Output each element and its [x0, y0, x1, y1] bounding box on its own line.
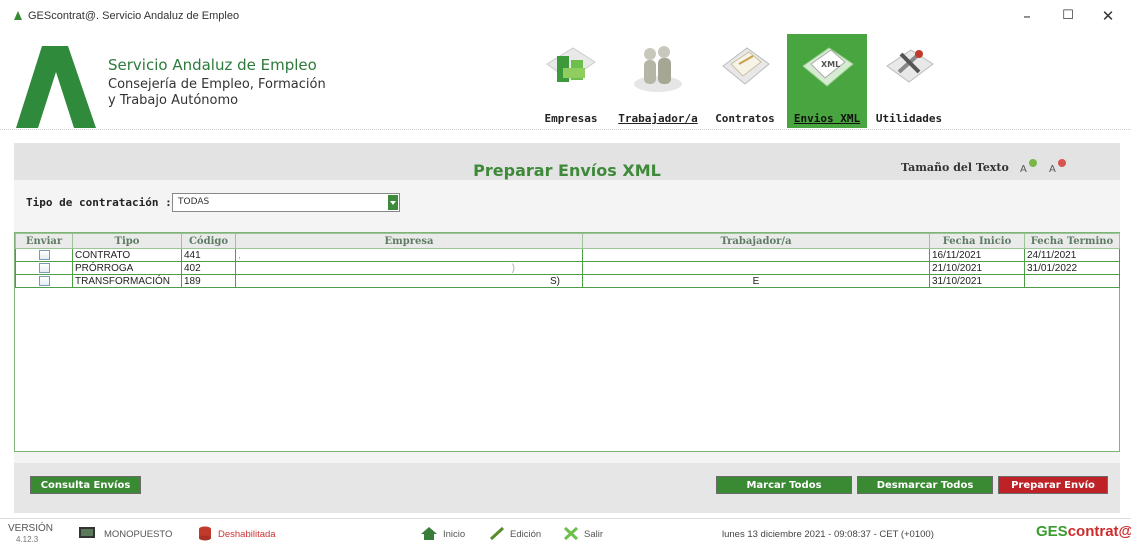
version-label: VERSIÓN	[8, 523, 54, 534]
cell-empresa: S)	[235, 274, 583, 288]
nav-label-trabajador: Trabajador/a	[618, 112, 698, 125]
svg-text:XML: XML	[821, 60, 840, 69]
send-checkbox[interactable]	[38, 262, 50, 273]
app-icon	[14, 11, 22, 20]
preparar-envio-button[interactable]: Preparar Envío	[998, 476, 1108, 494]
consulta-envios-button[interactable]: Consulta Envíos	[30, 476, 141, 494]
nav-tab-trabajador[interactable]: Trabajador/a	[612, 34, 704, 128]
contract-type-select[interactable]: TODAS	[172, 193, 400, 212]
edicion-link[interactable]: Edición	[510, 529, 541, 540]
svg-text:A: A	[1049, 164, 1056, 174]
contract-icon	[722, 47, 770, 85]
status-bar: VERSIÓN 4.12.3 MONOPUESTO Deshabilitada …	[0, 518, 1131, 546]
table-row[interactable]: CONTRATO 441 , 16/11/2021 24/11/2021	[15, 248, 1120, 262]
andalucia-logo-icon	[16, 46, 96, 128]
column-header-fecha-termino[interactable]: Fecha Termino	[1024, 233, 1120, 249]
database-status: Deshabilitada	[218, 529, 276, 540]
nav-tab-contratos[interactable]: Contratos	[712, 34, 778, 128]
nav-tab-empresas[interactable]: Empresas	[536, 34, 606, 128]
text-size-increase-icon[interactable]: A	[1020, 158, 1038, 174]
cell-codigo: 189	[181, 274, 236, 288]
mode-label: MONOPUESTO	[104, 529, 173, 540]
window-title: GEScontrat@. Servicio Andaluz de Empleo	[28, 10, 240, 22]
contract-type-value: TODAS	[178, 197, 210, 207]
inicio-link[interactable]: Inicio	[443, 529, 465, 540]
tools-icon	[886, 49, 934, 83]
nav-tab-utilidades[interactable]: Utilidades	[874, 34, 944, 128]
xml-file-icon: XML	[802, 47, 854, 87]
cell-codigo: 402	[181, 261, 236, 275]
minimize-button[interactable]: –	[1012, 6, 1042, 26]
org-subtitle-line2: y Trabajo Autónomo	[108, 93, 239, 108]
text-size-decrease-icon[interactable]: A	[1049, 158, 1067, 174]
cell-empresa: ,	[235, 248, 583, 262]
send-checkbox[interactable]	[38, 275, 50, 286]
table-row[interactable]: TRANSFORMACIÓN 189 S) E 31/10/2021	[15, 274, 1120, 288]
brand-part-2: contrat@	[1067, 523, 1131, 540]
cell-fecha-termino: 31/01/2022	[1024, 261, 1120, 275]
cell-fecha-inicio: 31/10/2021	[929, 274, 1025, 288]
datetime-display: lunes 13 diciembre 2021 - 09:08:37 - CET…	[722, 529, 934, 540]
contract-type-label: Tipo de contratación :	[26, 196, 172, 209]
envios-table: Enviar Tipo Código Empresa Trabajador/a …	[14, 232, 1120, 452]
building-icon	[546, 47, 596, 82]
cell-fecha-termino	[1024, 274, 1120, 288]
gescontrat-logo: GEScontrat@	[1036, 523, 1131, 540]
cell-empresa: )	[235, 261, 583, 275]
cell-trabajador	[582, 261, 930, 275]
column-header-empresa[interactable]: Empresa	[235, 233, 583, 249]
pencil-icon[interactable]	[488, 526, 506, 541]
nav-tab-envios-xml[interactable]: XML Envios XML	[787, 34, 867, 128]
maximize-button[interactable]: ☐	[1053, 6, 1083, 26]
cell-fecha-inicio: 21/10/2021	[929, 261, 1025, 275]
nav-label-empresas: Empresas	[544, 112, 598, 125]
column-header-fecha-inicio[interactable]: Fecha Inicio	[929, 233, 1025, 249]
workers-icon	[634, 46, 682, 92]
exit-icon[interactable]	[562, 526, 580, 541]
cell-tipo: TRANSFORMACIÓN	[72, 274, 182, 288]
org-subtitle-line1: Consejería de Empleo, Formación	[108, 77, 326, 92]
column-header-trabajador[interactable]: Trabajador/a	[582, 233, 930, 249]
column-header-codigo[interactable]: Código	[181, 233, 236, 249]
cell-trabajador: E	[582, 274, 930, 288]
marcar-todos-button[interactable]: Marcar Todos	[716, 476, 852, 494]
brand-part-1: GES	[1036, 523, 1068, 540]
column-header-tipo[interactable]: Tipo	[72, 233, 182, 249]
database-icon	[199, 526, 211, 541]
svg-text:A: A	[1020, 164, 1027, 174]
cell-fecha-inicio: 16/11/2021	[929, 248, 1025, 262]
send-checkbox[interactable]	[38, 249, 50, 260]
column-header-enviar[interactable]: Enviar	[15, 233, 73, 249]
nav-label-contratos: Contratos	[715, 112, 775, 125]
cell-fecha-termino: 24/11/2021	[1024, 248, 1120, 262]
cell-tipo: CONTRATO	[72, 248, 182, 262]
text-size-label: Tamaño del Texto	[901, 161, 1009, 174]
table-header-row: Enviar Tipo Código Empresa Trabajador/a …	[15, 233, 1120, 249]
cell-tipo: PRÓRROGA	[72, 261, 182, 275]
nav-label-envios-xml: Envios XML	[793, 112, 861, 125]
nav-label-utilidades: Utilidades	[875, 112, 943, 125]
cell-codigo: 441	[181, 248, 236, 262]
main-panel: Preparar Envíos XML Tamaño del Texto A A…	[14, 143, 1120, 513]
close-button[interactable]: ✕	[1093, 6, 1123, 26]
desmarcar-todos-button[interactable]: Desmarcar Todos	[857, 476, 993, 494]
window-titlebar: GEScontrat@. Servicio Andaluz de Empleo …	[0, 0, 1131, 30]
monitor-icon	[79, 527, 95, 538]
org-name: Servicio Andaluz de Empleo	[108, 56, 317, 74]
cell-trabajador	[582, 248, 930, 262]
version-number: 4.12.3	[16, 535, 39, 544]
table-row[interactable]: PRÓRROGA 402 ) 21/10/2021 31/01/2022	[15, 261, 1120, 275]
chevron-down-icon[interactable]	[388, 195, 398, 210]
salir-link[interactable]: Salir	[584, 529, 603, 540]
home-icon[interactable]	[420, 526, 438, 541]
